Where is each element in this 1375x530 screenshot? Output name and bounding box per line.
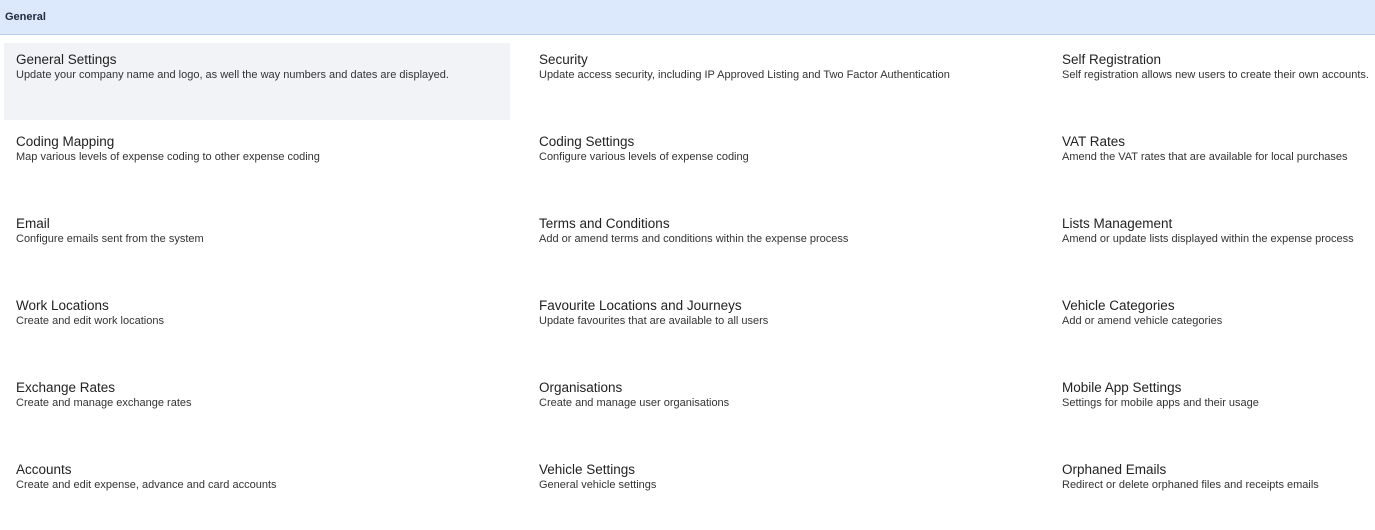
tile-title: Favourite Locations and Journeys bbox=[539, 298, 742, 313]
tile-description: Create and edit expense, advance and car… bbox=[16, 479, 277, 491]
tile-title: Terms and Conditions bbox=[539, 216, 670, 231]
tile-organisations[interactable]: Organisations Create and manage user org… bbox=[527, 371, 1033, 448]
tile-title: VAT Rates bbox=[1062, 134, 1126, 149]
tile-work-locations[interactable]: Work Locations Create and edit work loca… bbox=[4, 289, 510, 366]
section-title: General bbox=[5, 11, 46, 23]
tile-title: General Settings bbox=[16, 52, 117, 67]
tile-favourite-locations-and-journeys[interactable]: Favourite Locations and Journeys Update … bbox=[527, 289, 1033, 366]
tile-title: Coding Mapping bbox=[16, 134, 115, 149]
tile-description: Self registration allows new users to cr… bbox=[1062, 69, 1369, 81]
tile-title: Exchange Rates bbox=[16, 380, 116, 395]
tile-description: Create and edit work locations bbox=[16, 315, 164, 327]
tile-email[interactable]: Email Configure emails sent from the sys… bbox=[4, 207, 510, 284]
tile-title: Mobile App Settings bbox=[1062, 380, 1182, 395]
tile-orphaned-emails[interactable]: Orphaned Emails Redirect or delete orpha… bbox=[1050, 453, 1375, 530]
settings-tile-grid: General Settings Update your company nam… bbox=[0, 40, 1375, 527]
section-header: General bbox=[0, 0, 1375, 35]
tile-title: Security bbox=[539, 52, 588, 67]
tile-description: Add or amend terms and conditions within… bbox=[539, 233, 849, 245]
tile-description: Update favourites that are available to … bbox=[539, 315, 769, 327]
tile-vat-rates[interactable]: VAT Rates Amend the VAT rates that are a… bbox=[1050, 125, 1375, 202]
tile-description: Create and manage user organisations bbox=[539, 397, 730, 409]
tile-title: Accounts bbox=[16, 462, 72, 477]
tile-description: Update access security, including IP App… bbox=[539, 69, 950, 81]
tile-title: Lists Management bbox=[1062, 216, 1173, 231]
tile-description: Add or amend vehicle categories bbox=[1062, 315, 1223, 327]
tile-description: Configure emails sent from the system bbox=[16, 233, 204, 245]
tile-general-settings[interactable]: General Settings Update your company nam… bbox=[4, 43, 510, 120]
tile-description: Update your company name and logo, as we… bbox=[16, 69, 449, 81]
tile-title: Vehicle Categories bbox=[1062, 298, 1175, 313]
tile-exchange-rates[interactable]: Exchange Rates Create and manage exchang… bbox=[4, 371, 510, 448]
tile-description: Create and manage exchange rates bbox=[16, 397, 192, 409]
tile-title: Organisations bbox=[539, 380, 623, 395]
tile-title: Work Locations bbox=[16, 298, 109, 313]
tile-title: Coding Settings bbox=[539, 134, 635, 149]
tile-description: Amend the VAT rates that are available f… bbox=[1062, 151, 1348, 163]
tile-lists-management[interactable]: Lists Management Amend or update lists d… bbox=[1050, 207, 1375, 284]
tile-mobile-app-settings[interactable]: Mobile App Settings Settings for mobile … bbox=[1050, 371, 1375, 448]
tile-title: Vehicle Settings bbox=[539, 462, 636, 477]
tile-vehicle-categories[interactable]: Vehicle Categories Add or amend vehicle … bbox=[1050, 289, 1375, 366]
tile-description: General vehicle settings bbox=[539, 479, 657, 491]
tile-vehicle-settings[interactable]: Vehicle Settings General vehicle setting… bbox=[527, 453, 1033, 530]
tile-security[interactable]: Security Update access security, includi… bbox=[527, 43, 1033, 120]
tile-description: Amend or update lists displayed within t… bbox=[1062, 233, 1354, 245]
tile-title: Email bbox=[16, 216, 50, 231]
tile-title: Orphaned Emails bbox=[1062, 462, 1167, 477]
tile-description: Map various levels of expense coding to … bbox=[16, 151, 320, 163]
tile-description: Settings for mobile apps and their usage bbox=[1062, 397, 1259, 409]
tile-description: Configure various levels of expense codi… bbox=[539, 151, 749, 163]
tile-coding-mapping[interactable]: Coding Mapping Map various levels of exp… bbox=[4, 125, 510, 202]
tile-description: Redirect or delete orphaned files and re… bbox=[1062, 479, 1319, 491]
tile-title: Self Registration bbox=[1062, 52, 1162, 67]
tile-self-registration[interactable]: Self Registration Self registration allo… bbox=[1050, 43, 1375, 120]
tile-accounts[interactable]: Accounts Create and edit expense, advanc… bbox=[4, 453, 510, 530]
tile-coding-settings[interactable]: Coding Settings Configure various levels… bbox=[527, 125, 1033, 202]
tile-terms-and-conditions[interactable]: Terms and Conditions Add or amend terms … bbox=[527, 207, 1033, 284]
